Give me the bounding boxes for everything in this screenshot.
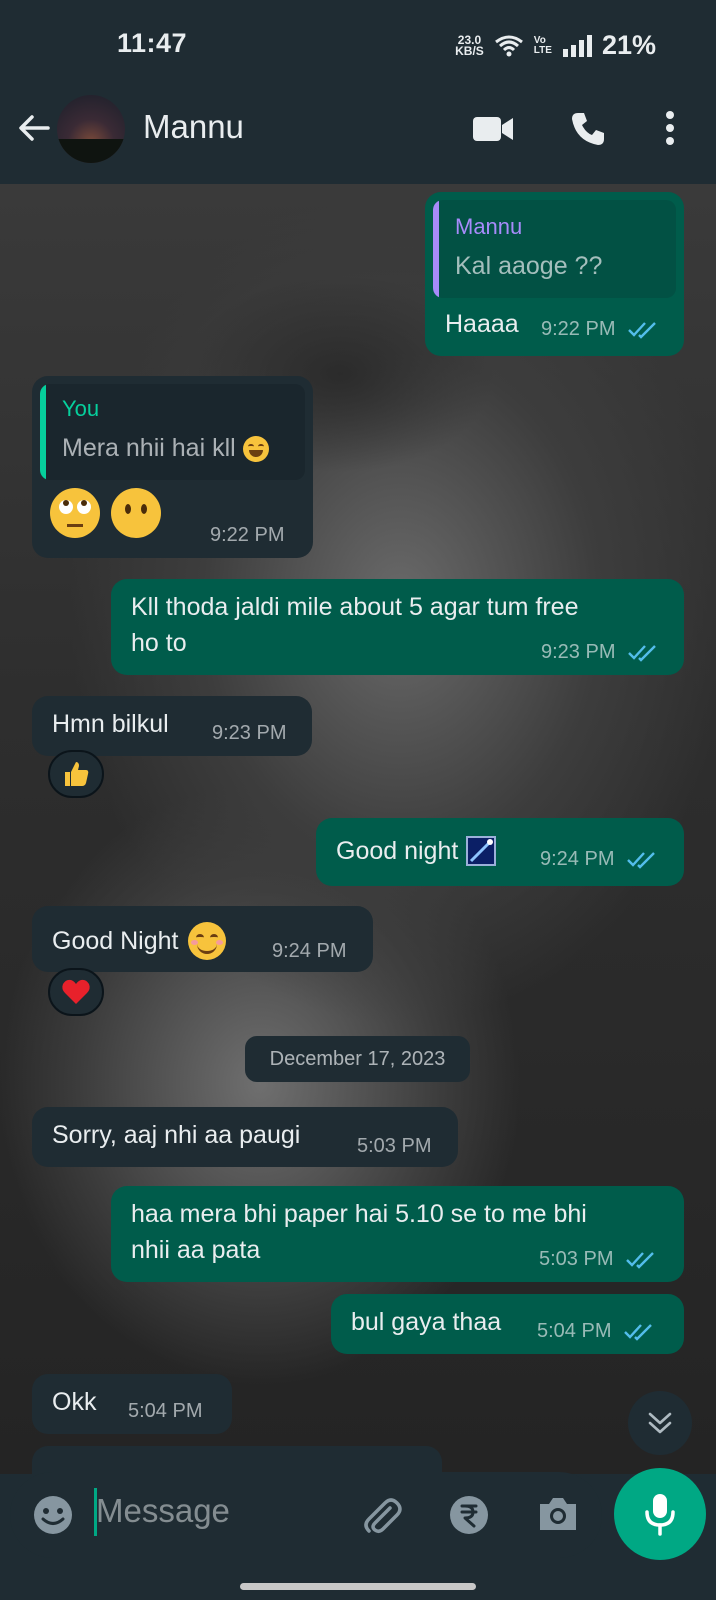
contact-name[interactable]: Mannu: [143, 108, 244, 146]
message-time: 9:24 PM: [540, 848, 615, 870]
date-divider: December 17, 2023: [245, 1036, 470, 1082]
message-text: Sorry, aaj nhi aa paugi: [52, 1121, 301, 1149]
message-bubble-outgoing[interactable]: Mannu Kal aaoge ?? Haaaa 9:22 PM: [425, 192, 684, 356]
read-ticks-icon: [628, 321, 656, 339]
message-text: bul gaya thaa: [351, 1308, 502, 1336]
read-ticks-icon: [624, 1323, 652, 1341]
message-text: Okk: [52, 1388, 97, 1416]
message-text-line2: nhii aa pata: [131, 1236, 261, 1264]
message-time: 9:23 PM: [541, 641, 616, 663]
quoted-message[interactable]: You Mera nhii hai kll: [40, 384, 305, 480]
emoji-icon[interactable]: [32, 1494, 74, 1536]
message-text-line1: haa mera bhi paper hai 5.10 se to me bhi: [131, 1200, 587, 1228]
message-time: 9:23 PM: [212, 722, 287, 744]
message-text: Hmn bilkul: [52, 710, 169, 738]
rupee-payment-icon[interactable]: [448, 1494, 490, 1536]
message-bubble-outgoing[interactable]: Kll thoda jaldi mile about 5 agar tum fr…: [111, 579, 684, 675]
scroll-to-bottom-button[interactable]: [628, 1391, 692, 1455]
quoted-sender: You: [62, 396, 100, 421]
voice-call-icon[interactable]: [570, 111, 606, 147]
message-time: 5:03 PM: [357, 1135, 432, 1157]
message-meta: 9:24 PM: [540, 848, 658, 871]
message-bubble-incoming[interactable]: Sorry, aaj nhi aa paugi 5:03 PM: [32, 1107, 458, 1167]
message-bubble-outgoing[interactable]: haa mera bhi paper hai 5.10 se to me bhi…: [111, 1186, 684, 1282]
quoted-text: Kal aaoge ??: [455, 252, 603, 280]
thumbs-up-icon: [65, 762, 89, 786]
message-bubble-incoming[interactable]: Hmn bilkul 9:23 PM: [32, 696, 312, 756]
message-bubble-outgoing[interactable]: Good night 9:24 PM: [316, 818, 684, 886]
message-meta: 5:04 PM: [537, 1320, 655, 1343]
read-ticks-icon: [628, 644, 656, 662]
more-options-icon[interactable]: [664, 110, 676, 146]
status-bar: 11:47 23.0 KB/S Vo LTE 21%: [0, 0, 716, 90]
message-meta: 5:03 PM: [539, 1248, 657, 1271]
message-time: 5:04 PM: [128, 1400, 203, 1422]
quoted-message[interactable]: Mannu Kal aaoge ??: [433, 200, 676, 298]
message-meta: 9:23 PM: [541, 641, 659, 664]
message-text-line1: Kll thoda jaldi mile about 5 agar tum fr…: [131, 593, 579, 621]
message-meta: 9:22 PM: [541, 318, 659, 341]
read-ticks-icon: [627, 851, 655, 869]
message-bubble-incoming[interactable]: Good Night 9:24 PM: [32, 906, 373, 972]
message-content: Good Night: [52, 922, 227, 960]
message-bubble-incoming[interactable]: Okk 5:04 PM: [32, 1374, 232, 1434]
network-speed: 23.0 KB/S: [455, 32, 484, 58]
double-chevron-down-icon: [648, 1412, 672, 1434]
video-call-icon[interactable]: [472, 114, 514, 144]
message-time: 9:24 PM: [272, 940, 347, 962]
microphone-icon: [645, 1494, 675, 1536]
message-time: 5:03 PM: [539, 1248, 614, 1270]
message-text-line2: ho to: [131, 629, 187, 657]
heart-icon: [62, 979, 90, 1004]
signal-icon: [562, 34, 592, 57]
message-bubble-outgoing[interactable]: bul gaya thaa 5:04 PM: [331, 1294, 684, 1354]
back-arrow-icon[interactable]: [16, 110, 52, 146]
message-text: Good Night: [52, 926, 179, 955]
message-input[interactable]: Message: [96, 1492, 230, 1530]
reaction-badge[interactable]: [48, 750, 104, 798]
quoted-sender: Mannu: [455, 214, 523, 239]
message-time: 9:22 PM: [210, 524, 285, 546]
camera-icon[interactable]: [536, 1494, 580, 1534]
status-time: 11:47: [117, 28, 188, 58]
read-ticks-icon: [626, 1251, 654, 1269]
volte-indicator: Vo LTE: [533, 34, 552, 56]
quoted-text: Mera nhii hai kll: [62, 434, 269, 463]
contact-avatar[interactable]: [57, 95, 125, 163]
attach-icon[interactable]: [360, 1494, 404, 1538]
smiling-emoji-icon: [188, 922, 227, 960]
message-time: 9:22 PM: [541, 318, 616, 340]
battery-percentage: 21%: [601, 30, 656, 60]
night-sky-emoji-icon: [466, 836, 497, 866]
wifi-icon: [494, 35, 523, 56]
message-content: Good night: [336, 836, 497, 866]
home-gesture-pill[interactable]: [240, 1583, 476, 1590]
emoji-message: [50, 488, 161, 538]
eye-roll-emoji-icon: [50, 488, 100, 538]
no-mouth-emoji-icon: [110, 488, 161, 538]
laughing-emoji-icon: [242, 436, 269, 463]
status-indicators: 23.0 KB/S Vo LTE 21%: [455, 30, 656, 61]
message-text: Haaaa: [445, 310, 519, 338]
message-time: 5:04 PM: [537, 1320, 612, 1342]
voice-record-button[interactable]: [614, 1468, 706, 1560]
message-bubble-incoming[interactable]: You Mera nhii hai kll 9:22 PM: [32, 376, 313, 558]
message-text: Good night: [336, 836, 459, 865]
reaction-badge[interactable]: [48, 968, 104, 1016]
